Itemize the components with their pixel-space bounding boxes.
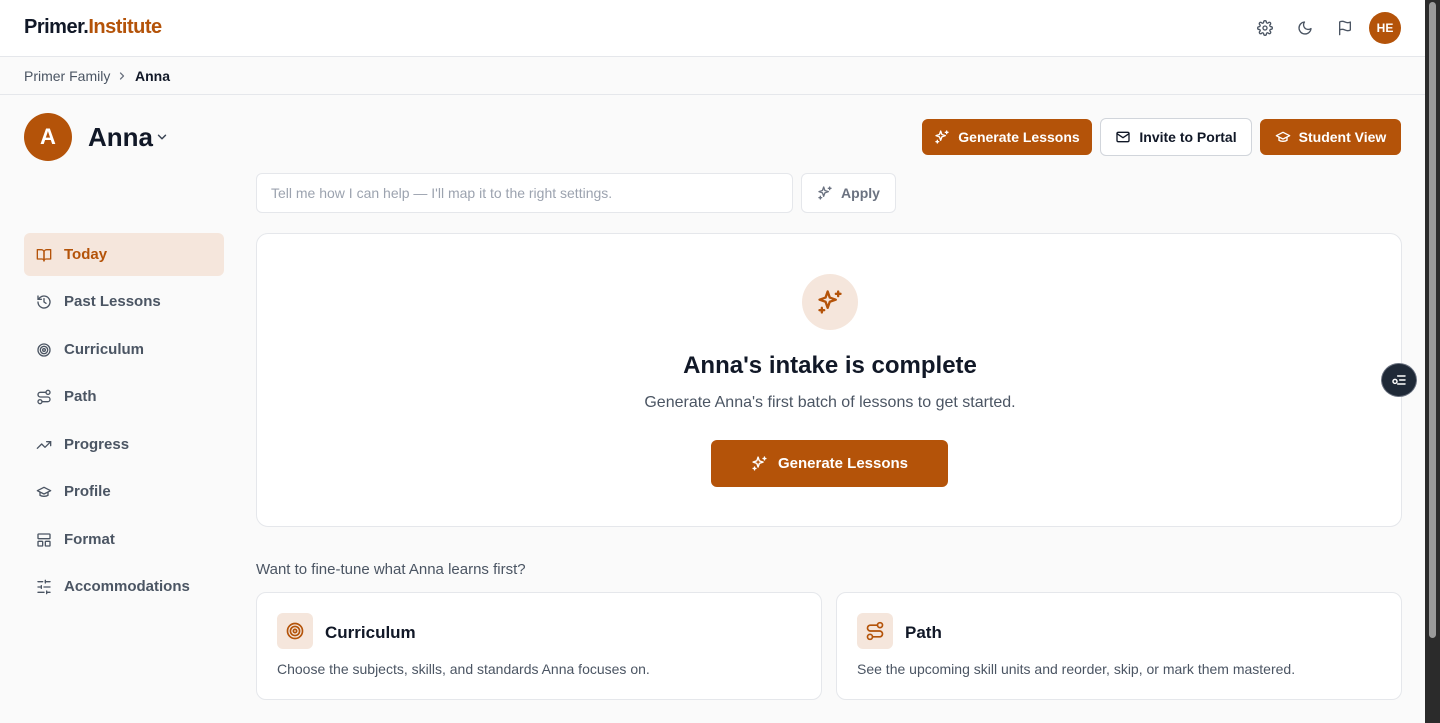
hero-title: Anna's intake is complete	[683, 352, 977, 379]
invite-to-portal-button[interactable]: Invite to Portal	[1100, 118, 1252, 156]
floating-list-button[interactable]	[1381, 363, 1417, 397]
page-scrollbar[interactable]	[1425, 0, 1440, 723]
route-icon	[857, 613, 893, 649]
assistant-input[interactable]	[256, 173, 793, 213]
apply-label: Apply	[841, 185, 880, 201]
chevron-down-icon[interactable]	[155, 130, 169, 144]
logo[interactable]: Primer.Institute	[24, 16, 162, 39]
hero-button-label: Generate Lessons	[777, 455, 909, 472]
card-title: Path	[905, 623, 942, 642]
sparkles-icon	[817, 185, 833, 201]
target-icon	[36, 342, 52, 358]
user-avatar[interactable]: HE	[1369, 12, 1401, 44]
list-settings-icon	[1391, 372, 1407, 388]
sidebar-item-label: Path	[64, 388, 97, 405]
breadcrumb-parent[interactable]: Primer Family	[24, 68, 110, 84]
hero-subtitle: Generate Anna's first batch of lessons t…	[644, 394, 1016, 411]
sidebar-item-label: Accommodations	[64, 578, 190, 595]
sparkles-icon	[751, 455, 768, 472]
sidebar-item-label: Format	[64, 531, 115, 548]
hero-generate-lessons-button[interactable]: Generate Lessons	[711, 440, 948, 487]
sliders-icon	[36, 579, 52, 595]
sidebar-item-label: Curriculum	[64, 341, 145, 358]
gear-icon[interactable]	[1255, 18, 1275, 38]
sidebar-item-curriculum[interactable]: Curriculum	[24, 328, 224, 371]
graduation-cap-icon	[1275, 129, 1291, 145]
top-bar: Primer.Institute HE	[0, 0, 1425, 57]
flag-icon[interactable]	[1335, 18, 1355, 38]
sidebar-item-label: Profile	[64, 483, 111, 500]
sparkles-icon	[802, 274, 858, 330]
invite-to-portal-label: Invite to Portal	[1139, 129, 1237, 145]
book-open-icon	[36, 247, 52, 263]
student-view-button[interactable]: Student View	[1260, 119, 1401, 155]
apply-button[interactable]: Apply	[801, 173, 896, 213]
curriculum-card[interactable]: Curriculum Choose the subjects, skills, …	[256, 592, 822, 700]
layout-icon	[36, 532, 52, 548]
trending-up-icon	[36, 437, 52, 453]
route-icon	[36, 389, 52, 405]
sidebar-item-profile[interactable]: Profile	[24, 470, 224, 513]
logo-primary: Primer.	[24, 16, 89, 38]
sidebar-item-accommodations[interactable]: Accommodations	[24, 565, 224, 608]
card-description: Choose the subjects, skills, and standar…	[277, 661, 650, 677]
student-name[interactable]: Anna	[88, 122, 153, 153]
mail-icon	[1115, 129, 1131, 145]
history-icon	[36, 294, 52, 310]
path-card[interactable]: Path See the upcoming skill units and re…	[836, 592, 1402, 700]
graduation-cap-icon	[36, 484, 52, 500]
generate-lessons-button[interactable]: Generate Lessons	[922, 119, 1092, 155]
chevron-right-icon	[116, 69, 128, 81]
target-icon	[277, 613, 313, 649]
student-view-label: Student View	[1298, 129, 1387, 145]
generate-lessons-label: Generate Lessons	[958, 129, 1080, 145]
card-description: See the upcoming skill units and reorder…	[857, 661, 1296, 677]
sidebar-item-progress[interactable]: Progress	[24, 423, 224, 466]
moon-icon[interactable]	[1295, 18, 1315, 38]
sidebar-item-today[interactable]: Today	[24, 233, 224, 276]
sidebar-item-label: Past Lessons	[64, 293, 161, 310]
sidebar-item-path[interactable]: Path	[24, 375, 224, 418]
sidebar-item-label: Today	[64, 246, 108, 263]
sidebar-item-past-lessons[interactable]: Past Lessons	[24, 280, 224, 323]
card-title: Curriculum	[325, 623, 416, 642]
scrollbar-thumb[interactable]	[1429, 2, 1436, 638]
student-avatar: A	[24, 113, 72, 161]
sparkles-icon	[934, 129, 950, 145]
logo-secondary: Institute	[88, 16, 162, 38]
finetune-heading: Want to fine-tune what Anna learns first…	[256, 561, 526, 578]
sidebar-item-label: Progress	[64, 436, 130, 453]
sidebar-item-format[interactable]: Format	[24, 518, 224, 561]
breadcrumb: Primer Family Anna	[0, 57, 1425, 95]
breadcrumb-current: Anna	[135, 68, 170, 84]
app-window: Primer.Institute HE Primer Family Anna A…	[0, 0, 1425, 723]
intake-complete-card: Anna's intake is complete Generate Anna'…	[256, 233, 1402, 527]
